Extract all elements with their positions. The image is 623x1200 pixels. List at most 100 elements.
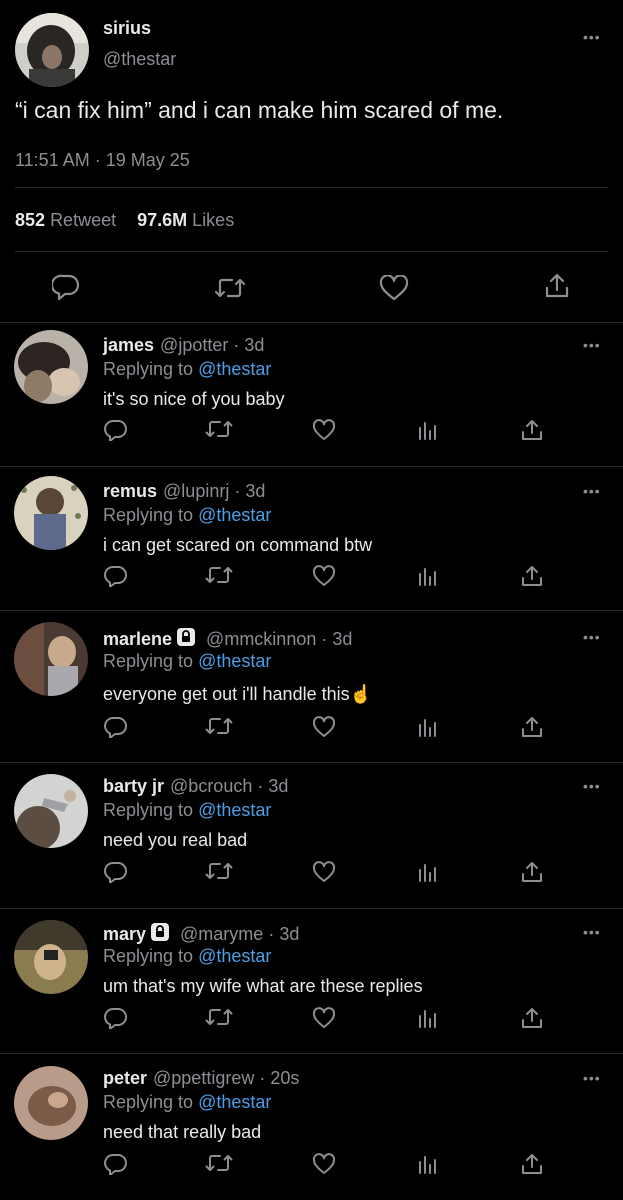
replying-to-link[interactable]: @thestar [198,800,271,820]
avatar[interactable] [14,476,88,550]
author-handle[interactable]: @maryme [180,924,263,945]
divider [0,466,623,467]
analytics-icon[interactable] [417,861,439,883]
retweet-icon[interactable] [205,565,233,585]
author-name[interactable]: james [103,335,154,356]
main-avatar[interactable] [15,13,89,87]
analytics-icon[interactable] [417,419,439,441]
author-name[interactable]: barty jr [103,776,164,797]
reply-item[interactable]: remus @lupinrj · 3d Replying to @thestar… [0,469,623,609]
separator-dot: · [321,629,328,649]
heart-icon[interactable] [312,1007,336,1029]
heart-icon[interactable] [312,1153,336,1175]
reply-time[interactable]: 3d [244,335,264,356]
reply-time[interactable]: 3d [268,776,288,797]
reply-time[interactable]: 3d [279,924,299,945]
retweet-icon[interactable] [214,276,246,300]
replying-to: Replying to @thestar [103,359,271,380]
replying-to: Replying to @thestar [103,1092,271,1113]
avatar[interactable] [14,622,88,696]
lock-icon [176,627,196,652]
more-icon[interactable]: ••• [583,925,601,939]
reply-item[interactable]: mary @maryme · 3d Replying to @thestar u… [0,910,623,1053]
reply-icon[interactable] [52,274,80,300]
heart-icon[interactable] [312,565,336,587]
heart-icon[interactable] [312,716,336,738]
divider [0,908,623,909]
author-handle[interactable]: @ppettigrew [153,1068,254,1089]
reply-icon[interactable] [104,1153,128,1175]
avatar[interactable] [14,774,88,848]
share-icon[interactable] [521,716,543,738]
reply-item[interactable]: marlene @mmckinnon · 3d Replying to @the… [0,615,623,760]
author-name[interactable]: peter [103,1068,147,1089]
author-handle[interactable]: @jpotter [160,335,228,356]
analytics-icon[interactable] [417,1007,439,1029]
more-icon[interactable]: ••• [583,338,601,352]
heart-icon[interactable] [379,275,409,301]
share-icon[interactable] [521,419,543,441]
retweet-count[interactable]: 852 [15,210,45,230]
replying-to-link[interactable]: @thestar [198,946,271,966]
author-handle[interactable]: @bcrouch [170,776,252,797]
replying-to-link[interactable]: @thestar [198,359,271,379]
reply-icon[interactable] [104,861,128,883]
replying-to-link[interactable]: @thestar [198,651,271,671]
more-icon[interactable]: ••• [583,30,601,44]
share-icon[interactable] [521,861,543,883]
reply-time[interactable]: 20s [270,1068,299,1089]
share-icon[interactable] [521,1153,543,1175]
main-author-name[interactable]: sirius [103,18,151,39]
reply-time[interactable]: 3d [245,481,265,502]
separator-dot: · [234,481,241,501]
share-icon[interactable] [521,1007,543,1029]
retweet-icon[interactable] [205,1007,233,1027]
reply-icon[interactable] [104,565,128,587]
analytics-icon[interactable] [417,716,439,738]
reply-icon[interactable] [104,716,128,738]
likes-label[interactable]: Likes [192,210,234,230]
analytics-icon[interactable] [417,1153,439,1175]
retweet-icon[interactable] [205,1153,233,1173]
share-icon[interactable] [544,272,570,300]
more-icon[interactable]: ••• [583,1071,601,1085]
reply-icon[interactable] [104,1007,128,1029]
avatar[interactable] [14,920,88,994]
reply-item[interactable]: james @jpotter · 3d Replying to @thestar… [0,323,623,466]
heart-icon[interactable] [312,419,336,441]
avatar[interactable] [14,1066,88,1140]
retweet-label[interactable]: Retweet [50,210,116,230]
reply-item[interactable]: peter @ppettigrew · 20s Replying to @the… [0,1056,623,1200]
retweet-icon[interactable] [205,419,233,439]
author-handle[interactable]: @mmckinnon [206,629,316,650]
lock-icon [150,922,170,947]
reply-text: need that really bad [103,1122,262,1142]
reply-header: mary @maryme · 3d [103,922,299,947]
replying-to-link[interactable]: @thestar [198,505,271,525]
main-author-handle[interactable]: @thestar [103,49,176,70]
analytics-icon[interactable] [417,565,439,587]
more-icon[interactable]: ••• [583,484,601,498]
replying-to-link[interactable]: @thestar [198,1092,271,1112]
avatar[interactable] [14,330,88,404]
more-icon[interactable]: ••• [583,630,601,644]
retweet-icon[interactable] [205,861,233,881]
reply-text: need you real bad [103,830,248,850]
author-handle[interactable]: @lupinrj [163,481,229,502]
reply-time[interactable]: 3d [332,629,352,650]
share-icon[interactable] [521,565,543,587]
main-tweet-timestamp[interactable]: 11:51 AM · 19 May 25 [15,150,190,171]
author-name[interactable]: marlene [103,629,172,650]
more-icon[interactable]: ••• [583,779,601,793]
author-name[interactable]: mary [103,924,146,945]
replying-to: Replying to @thestar [103,946,271,967]
reply-item[interactable]: barty jr @bcrouch · 3d Replying to @thes… [0,764,623,907]
divider [0,610,623,611]
likes-count[interactable]: 97.6M [137,210,187,230]
divider [15,251,608,252]
reply-icon[interactable] [104,419,128,441]
retweet-icon[interactable] [205,716,233,736]
replying-prefix: Replying to [103,505,194,525]
heart-icon[interactable] [312,861,336,883]
author-name[interactable]: remus [103,481,157,502]
